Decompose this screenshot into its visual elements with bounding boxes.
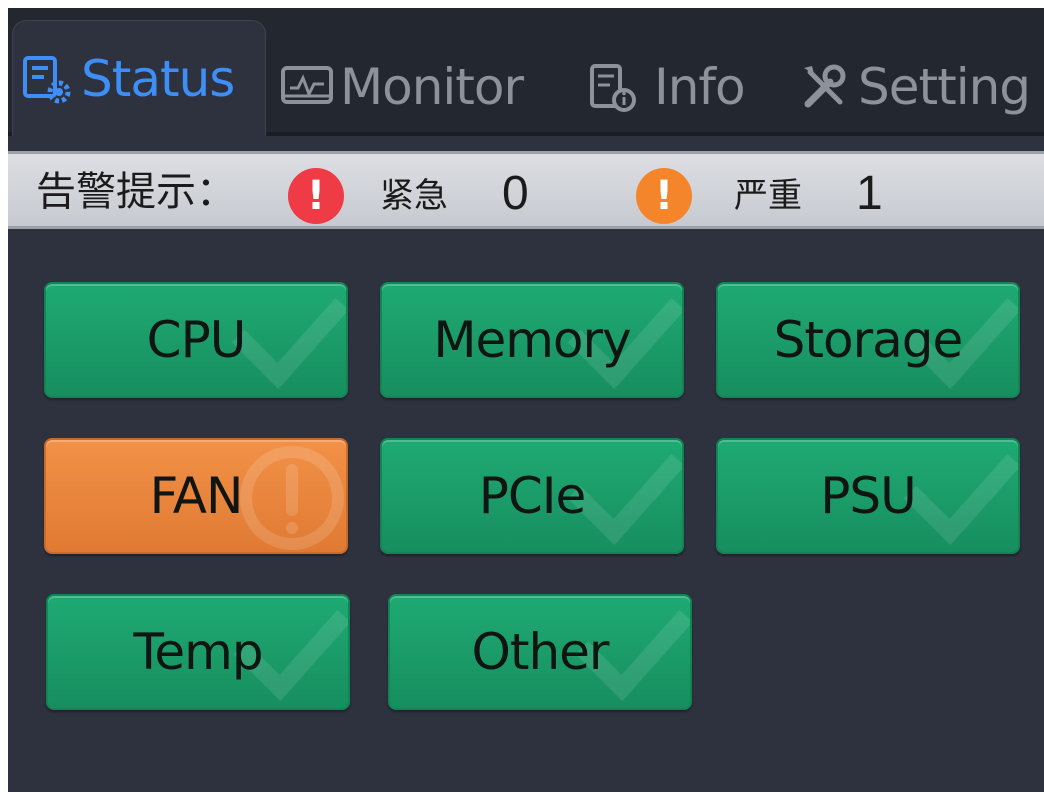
tile-label: Other [471,623,610,681]
alert-title: 告警提示： [36,169,236,215]
alert-summary-bar: 告警提示： ! 紧急 0 ! 严重 1 [8,151,1044,229]
tile-label: Memory [433,311,631,369]
tile-label: Storage [773,311,964,369]
tile-fan[interactable]: FAN [44,438,348,554]
tab-setting[interactable]: Setting [796,42,1031,132]
major-label: 严重 [734,176,802,216]
tile-label: PSU [820,467,917,525]
tile-memory[interactable]: Memory [380,282,684,398]
major-alert-icon: ! [636,168,692,224]
tile-psu[interactable]: PSU [716,438,1020,554]
tile-other[interactable]: Other [388,594,692,710]
monitor-icon [278,58,336,116]
status-panel: Status Monitor Info Setting 告警提示： ! 紧急 0… [8,8,1044,792]
tab-info[interactable]: Info [584,42,746,132]
tab-status[interactable]: Status [12,20,266,136]
status-gear-icon [19,50,77,108]
critical-count: 0 [502,167,529,220]
tab-status-label: Status [81,49,235,108]
critical-alert-icon: ! [288,168,344,224]
tab-info-label: Info [654,58,746,116]
tile-label: Temp [133,623,263,681]
tile-storage[interactable]: Storage [716,282,1020,398]
tile-pcie[interactable]: PCIe [380,438,684,554]
tab-monitor-label: Monitor [340,58,524,116]
tile-temp[interactable]: Temp [46,594,350,710]
tab-bar: Status Monitor Info Setting [8,8,1044,136]
tile-label: FAN [149,467,244,525]
tab-setting-label: Setting [858,58,1031,116]
tools-icon [796,58,854,116]
tile-cpu[interactable]: CPU [44,282,348,398]
tile-label: PCIe [478,467,587,525]
critical-label: 紧急 [380,176,448,216]
tab-monitor[interactable]: Monitor [278,42,524,132]
major-count: 1 [856,167,883,220]
info-document-icon [584,58,642,116]
tile-label: CPU [146,311,247,369]
